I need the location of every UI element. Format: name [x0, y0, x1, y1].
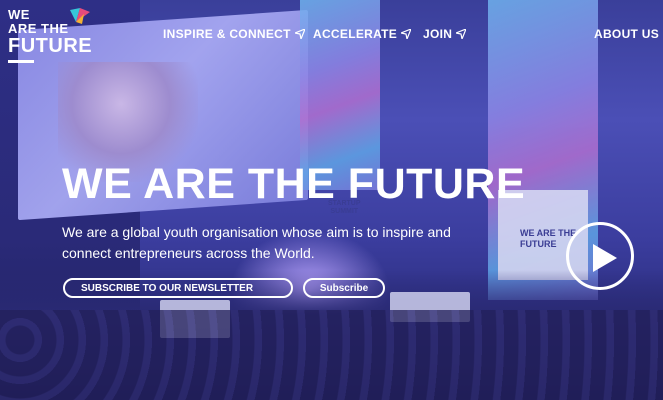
logo-triangle-icon: [70, 8, 90, 24]
play-video-button[interactable]: [566, 222, 634, 290]
nav-label: INSPIRE & CONNECT: [163, 27, 291, 41]
newsletter-email-input[interactable]: [63, 278, 293, 298]
logo-text-line3: FUTURE: [8, 35, 93, 57]
nav-inspire-connect[interactable]: INSPIRE & CONNECT: [163, 27, 305, 41]
nav-accelerate[interactable]: ACCELERATE: [313, 27, 412, 41]
subscribe-button[interactable]: Subscribe: [303, 278, 385, 298]
nav-about-us[interactable]: ABOUT US: [594, 27, 659, 41]
hero-headline: WE ARE THE FUTURE: [62, 160, 526, 208]
play-icon: [593, 244, 617, 272]
logo-text-line2: ARE THE: [8, 21, 69, 36]
nav-label: ACCELERATE: [313, 27, 398, 41]
send-arrow-icon: [401, 29, 412, 39]
hero-subtitle: We are a global youth organisation whose…: [62, 224, 451, 261]
nav-join[interactable]: JOIN: [423, 27, 467, 41]
background-audience: [0, 310, 663, 400]
nav-label: ABOUT US: [594, 27, 660, 41]
send-arrow-icon: [456, 29, 467, 39]
logo-underline: [8, 60, 34, 63]
send-arrow-icon: [294, 29, 305, 39]
hero-section: STARTUP SUMMIT WE ARE THE FUTURE WE ARE …: [0, 0, 663, 400]
nav-label: JOIN: [423, 27, 453, 41]
